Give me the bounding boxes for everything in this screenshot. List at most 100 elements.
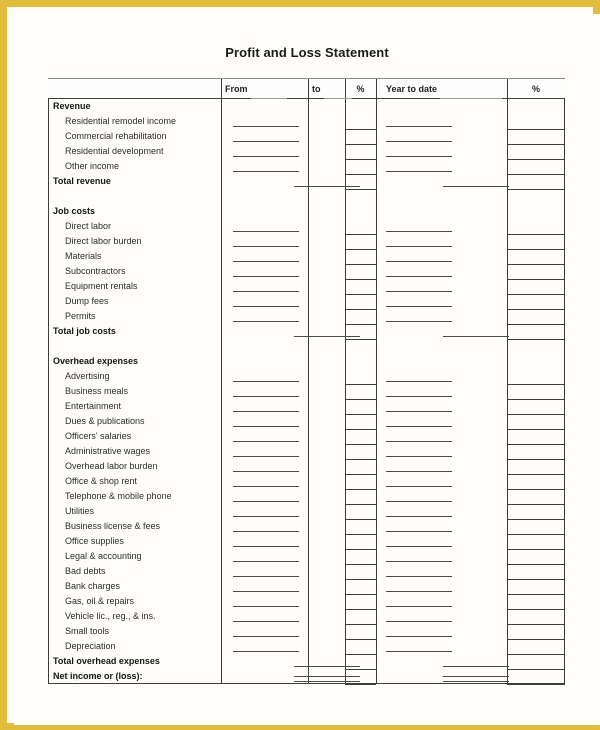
amount-input-period[interactable] xyxy=(233,471,299,472)
total-input-ytd[interactable] xyxy=(443,666,509,667)
amount-input-ytd[interactable] xyxy=(386,606,452,607)
amount-input-period[interactable] xyxy=(233,141,299,142)
total-input-period[interactable] xyxy=(294,186,360,187)
net-input-period[interactable] xyxy=(294,676,360,677)
amount-input-period[interactable] xyxy=(233,276,299,277)
amount-input-period[interactable] xyxy=(233,231,299,232)
amount-input-period[interactable] xyxy=(233,246,299,247)
amount-input-ytd[interactable] xyxy=(386,261,452,262)
amount-input-ytd[interactable] xyxy=(386,546,452,547)
row-label: Administrative wages xyxy=(65,446,151,456)
amount-input-ytd[interactable] xyxy=(386,426,452,427)
amount-input-period[interactable] xyxy=(233,621,299,622)
amount-input-period[interactable] xyxy=(233,126,299,127)
column-header-label: to xyxy=(312,84,321,94)
watermark-text: sample template xyxy=(56,671,133,681)
amount-input-period[interactable] xyxy=(233,396,299,397)
amount-input-ytd[interactable] xyxy=(386,156,452,157)
row-label: Bad debts xyxy=(65,566,106,576)
amount-input-ytd[interactable] xyxy=(386,636,452,637)
spacer-row xyxy=(49,339,564,354)
row-label: Bank charges xyxy=(65,581,121,591)
amount-input-period[interactable] xyxy=(233,546,299,547)
row-label: Entertainment xyxy=(65,401,122,411)
amount-input-period[interactable] xyxy=(233,576,299,577)
amount-input-ytd[interactable] xyxy=(386,411,452,412)
row-label: Business license & fees xyxy=(65,521,161,531)
total-input-ytd[interactable] xyxy=(443,336,509,337)
section-heading-row: Revenue xyxy=(49,99,564,114)
net-input-ytd-double[interactable] xyxy=(443,681,509,682)
net-input-ytd[interactable] xyxy=(443,676,509,677)
amount-input-period[interactable] xyxy=(233,321,299,322)
amount-input-ytd[interactable] xyxy=(386,486,452,487)
amount-input-ytd[interactable] xyxy=(386,651,452,652)
total-input-ytd[interactable] xyxy=(443,186,509,187)
row-label: Small tools xyxy=(65,626,110,636)
amount-input-ytd[interactable] xyxy=(386,321,452,322)
amount-input-period[interactable] xyxy=(233,306,299,307)
amount-input-period[interactable] xyxy=(233,441,299,442)
total-input-period[interactable] xyxy=(294,666,360,667)
row-label: Officers' salaries xyxy=(65,431,132,441)
section-heading-row: Job costs xyxy=(49,204,564,219)
amount-input-period[interactable] xyxy=(233,516,299,517)
amount-input-period[interactable] xyxy=(233,486,299,487)
amount-input-period[interactable] xyxy=(233,501,299,502)
amount-input-ytd[interactable] xyxy=(386,231,452,232)
amount-input-period[interactable] xyxy=(233,606,299,607)
row-label: Telephone & mobile phone xyxy=(65,491,172,501)
amount-input-ytd[interactable] xyxy=(386,291,452,292)
amount-input-ytd[interactable] xyxy=(386,456,452,457)
amount-input-period[interactable] xyxy=(233,291,299,292)
row-label: Other income xyxy=(65,161,120,171)
amount-input-ytd[interactable] xyxy=(386,621,452,622)
amount-input-period[interactable] xyxy=(233,156,299,157)
table-row: Equipment rentals xyxy=(49,279,564,294)
amount-input-ytd[interactable] xyxy=(386,561,452,562)
row-label: Permits xyxy=(65,311,96,321)
amount-input-period[interactable] xyxy=(233,591,299,592)
amount-input-ytd[interactable] xyxy=(386,576,452,577)
amount-input-ytd[interactable] xyxy=(386,501,452,502)
row-label: Direct labor xyxy=(65,221,112,231)
amount-input-ytd[interactable] xyxy=(386,126,452,127)
amount-input-period[interactable] xyxy=(233,381,299,382)
percent-cell-divider-period xyxy=(345,684,376,685)
amount-input-ytd[interactable] xyxy=(386,171,452,172)
amount-input-ytd[interactable] xyxy=(386,381,452,382)
fill-in-blank-ytd[interactable] xyxy=(440,90,503,99)
amount-input-period[interactable] xyxy=(233,636,299,637)
amount-input-ytd[interactable] xyxy=(386,516,452,517)
table-row: Advertising xyxy=(49,369,564,384)
amount-input-ytd[interactable] xyxy=(386,141,452,142)
amount-input-period[interactable] xyxy=(233,561,299,562)
table-row: Small tools xyxy=(49,624,564,639)
amount-input-period[interactable] xyxy=(233,426,299,427)
table-row: Overhead labor burden xyxy=(49,459,564,474)
row-label: Residential development xyxy=(65,146,164,156)
row-label: Gas, oil & repairs xyxy=(65,596,135,606)
amount-input-ytd[interactable] xyxy=(386,531,452,532)
amount-input-period[interactable] xyxy=(233,411,299,412)
amount-input-ytd[interactable] xyxy=(386,441,452,442)
amount-input-period[interactable] xyxy=(233,261,299,262)
amount-input-ytd[interactable] xyxy=(386,591,452,592)
amount-input-period[interactable] xyxy=(233,651,299,652)
row-label: Equipment rentals xyxy=(65,281,138,291)
column-header-ytd: Year to date xyxy=(386,79,506,99)
net-input-period-double[interactable] xyxy=(294,681,360,682)
amount-input-ytd[interactable] xyxy=(386,396,452,397)
amount-input-period[interactable] xyxy=(233,531,299,532)
amount-input-ytd[interactable] xyxy=(386,246,452,247)
row-label: Legal & accounting xyxy=(65,551,142,561)
amount-input-ytd[interactable] xyxy=(386,276,452,277)
fill-in-blank-period_from[interactable] xyxy=(250,90,287,99)
table-row: Utilities xyxy=(49,504,564,519)
amount-input-ytd[interactable] xyxy=(386,306,452,307)
amount-input-period[interactable] xyxy=(233,456,299,457)
table-row: Legal & accounting xyxy=(49,549,564,564)
amount-input-ytd[interactable] xyxy=(386,471,452,472)
total-input-period[interactable] xyxy=(294,336,360,337)
amount-input-period[interactable] xyxy=(233,171,299,172)
